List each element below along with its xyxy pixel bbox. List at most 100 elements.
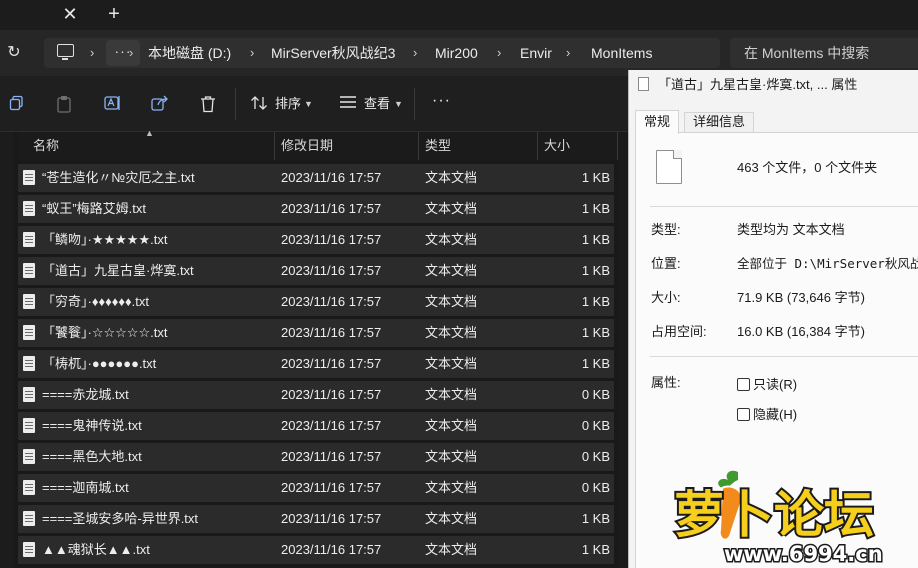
file-row[interactable]: ▲▲魂狱长▲▲.txt 2023/11/16 17:57 文本文档 1 KB [18, 536, 614, 564]
watermark-title: 萝卜论坛 [674, 486, 874, 544]
file-date: 2023/11/16 17:57 [281, 232, 382, 247]
file-type: 文本文档 [425, 480, 478, 495]
tab-general[interactable]: 常规 [635, 110, 680, 134]
view-icon[interactable] [339, 95, 357, 113]
file-row[interactable]: 「道古」九星古皇·烨寞.txt 2023/11/16 17:57 文本文档 1 KB [18, 257, 614, 285]
toolbar-divider [414, 88, 415, 120]
breadcrumb-drive[interactable]: 本地磁盘 (D:) [148, 44, 231, 62]
text-file-icon [23, 387, 35, 402]
more-locations-button[interactable]: ··· [106, 40, 140, 66]
file-row[interactable]: ====迦南城.txt 2023/11/16 17:57 文本文档 0 KB [18, 474, 614, 502]
file-size: 1 KB [581, 542, 610, 557]
column-divider[interactable] [537, 132, 538, 160]
file-date: 2023/11/16 17:57 [281, 387, 382, 402]
hidden-checkbox-label[interactable]: 隐藏(H) [753, 407, 797, 423]
watermark-url: www.6994.cn [724, 542, 883, 566]
new-tab-icon[interactable]: + [102, 3, 126, 25]
file-name: ====圣城安多哈-异世界.txt [42, 511, 199, 526]
column-header-date[interactable]: 修改日期 [281, 138, 333, 154]
more-options-button[interactable]: ··· [432, 93, 451, 109]
column-header-type[interactable]: 类型 [425, 138, 451, 154]
chevron-right-icon[interactable]: › [129, 44, 133, 62]
file-size: 1 KB [581, 356, 610, 371]
copy-icon[interactable] [8, 95, 26, 113]
file-row[interactable]: ====圣城安多哈-异世界.txt 2023/11/16 17:57 文本文档 1 K… [18, 505, 614, 533]
file-type: 文本文档 [425, 418, 478, 433]
file-row[interactable]: ====黑色大地.txt 2023/11/16 17:57 文本文档 0 KB [18, 443, 614, 471]
file-row[interactable]: 「饕餮」·☆☆☆☆☆.txt 2023/11/16 17:57 文本文档 1 KB [18, 319, 614, 347]
file-name: ▲▲魂狱长▲▲.txt [42, 542, 150, 557]
file-name: 「鳞吻」·★★★★★.txt [42, 232, 168, 247]
sort-button[interactable]: 排序 [275, 96, 301, 112]
file-type: 文本文档 [425, 542, 478, 557]
chevron-right-icon[interactable]: › [413, 44, 417, 62]
chevron-right-icon[interactable]: › [566, 44, 570, 62]
file-row[interactable]: 「穷奇」·♦♦♦♦♦♦.txt 2023/11/16 17:57 文本文档 1 KB [18, 288, 614, 316]
column-divider[interactable] [274, 132, 275, 160]
this-pc-icon[interactable] [57, 44, 74, 60]
files-summary: 463 个文件，0 个文件夹 [737, 160, 878, 175]
paste-icon[interactable] [55, 95, 73, 113]
file-name: 「饕餮」·☆☆☆☆☆.txt [42, 325, 168, 340]
file-name: ====赤龙城.txt [42, 387, 129, 402]
text-file-icon [23, 418, 35, 433]
hidden-checkbox[interactable] [737, 408, 750, 421]
close-tab-icon[interactable]: ✕ [58, 3, 82, 25]
refresh-icon[interactable]: ↻ [4, 42, 24, 64]
size-label: 大小: [651, 290, 681, 305]
column-divider[interactable] [418, 132, 419, 160]
size-value: 71.9 KB (73,646 字节) [737, 290, 865, 305]
file-size: 0 KB [581, 480, 610, 495]
text-file-icon [23, 356, 35, 371]
file-type: 文本文档 [425, 170, 478, 185]
file-name: 「梼杌」·●●●●●●.txt [42, 356, 157, 371]
divider [650, 356, 918, 357]
file-size: 0 KB [581, 449, 610, 464]
breadcrumb-envir[interactable]: Envir [520, 44, 552, 62]
file-row[interactable]: “苍生造化〃№灾厄之主.txt 2023/11/16 17:57 文本文档 1 KB [18, 164, 614, 192]
breadcrumb-monitems[interactable]: MonItems [591, 44, 652, 62]
view-button[interactable]: 查看 [364, 96, 390, 112]
rename-icon[interactable] [104, 95, 122, 113]
file-name: ====鬼神传说.txt [42, 418, 142, 433]
file-size: 0 KB [581, 418, 610, 433]
chevron-down-icon[interactable]: ▼ [394, 97, 403, 111]
column-header-size[interactable]: 大小 [544, 138, 570, 154]
file-row[interactable]: 「鳞吻」·★★★★★.txt 2023/11/16 17:57 文本文档 1 KB [18, 226, 614, 254]
toolbar-divider [235, 88, 236, 120]
tab-strip [0, 0, 918, 30]
share-icon[interactable] [151, 95, 169, 113]
readonly-checkbox-label[interactable]: 只读(R) [753, 377, 797, 393]
file-date: 2023/11/16 17:57 [281, 511, 382, 526]
file-name: ====迦南城.txt [42, 480, 129, 495]
file-row[interactable]: ====鬼神传说.txt 2023/11/16 17:57 文本文档 0 KB [18, 412, 614, 440]
type-value: 类型均为 文本文档 [737, 222, 845, 237]
text-file-icon [23, 263, 35, 278]
file-size: 1 KB [581, 232, 610, 247]
chevron-down-icon[interactable]: ▼ [304, 97, 313, 111]
text-file-icon [23, 480, 35, 495]
file-row[interactable]: “蚁王”梅路艾姆.txt 2023/11/16 17:57 文本文档 1 KB [18, 195, 614, 223]
text-file-icon [23, 170, 35, 185]
file-row[interactable]: ====赤龙城.txt 2023/11/16 17:57 文本文档 0 KB [18, 381, 614, 409]
file-name: 「穷奇」·♦♦♦♦♦♦.txt [42, 294, 149, 309]
tab-details[interactable]: 详细信息 [684, 112, 755, 132]
delete-icon[interactable] [199, 95, 217, 113]
file-size: 1 KB [581, 170, 610, 185]
file-date: 2023/11/16 17:57 [281, 356, 382, 371]
column-header-name[interactable]: 名称 [33, 138, 59, 154]
chevron-right-icon[interactable]: › [90, 44, 94, 62]
file-name: “苍生造化〃№灾厄之主.txt [42, 170, 195, 185]
attributes-label: 属性: [651, 375, 681, 390]
breadcrumb-mir200[interactable]: Mir200 [435, 44, 478, 62]
disk-size-label: 占用空间: [651, 324, 707, 339]
chevron-right-icon[interactable]: › [250, 44, 254, 62]
divider [650, 206, 918, 207]
readonly-checkbox[interactable] [737, 378, 750, 391]
chevron-right-icon[interactable]: › [497, 44, 501, 62]
file-size: 1 KB [581, 325, 610, 340]
vertical-scrollbar[interactable] [618, 132, 628, 568]
sort-icon[interactable] [250, 95, 268, 113]
file-row[interactable]: 「梼杌」·●●●●●●.txt 2023/11/16 17:57 文本文档 1 KB [18, 350, 614, 378]
breadcrumb-mirserver[interactable]: MirServer秋风战纪3 [271, 44, 395, 62]
